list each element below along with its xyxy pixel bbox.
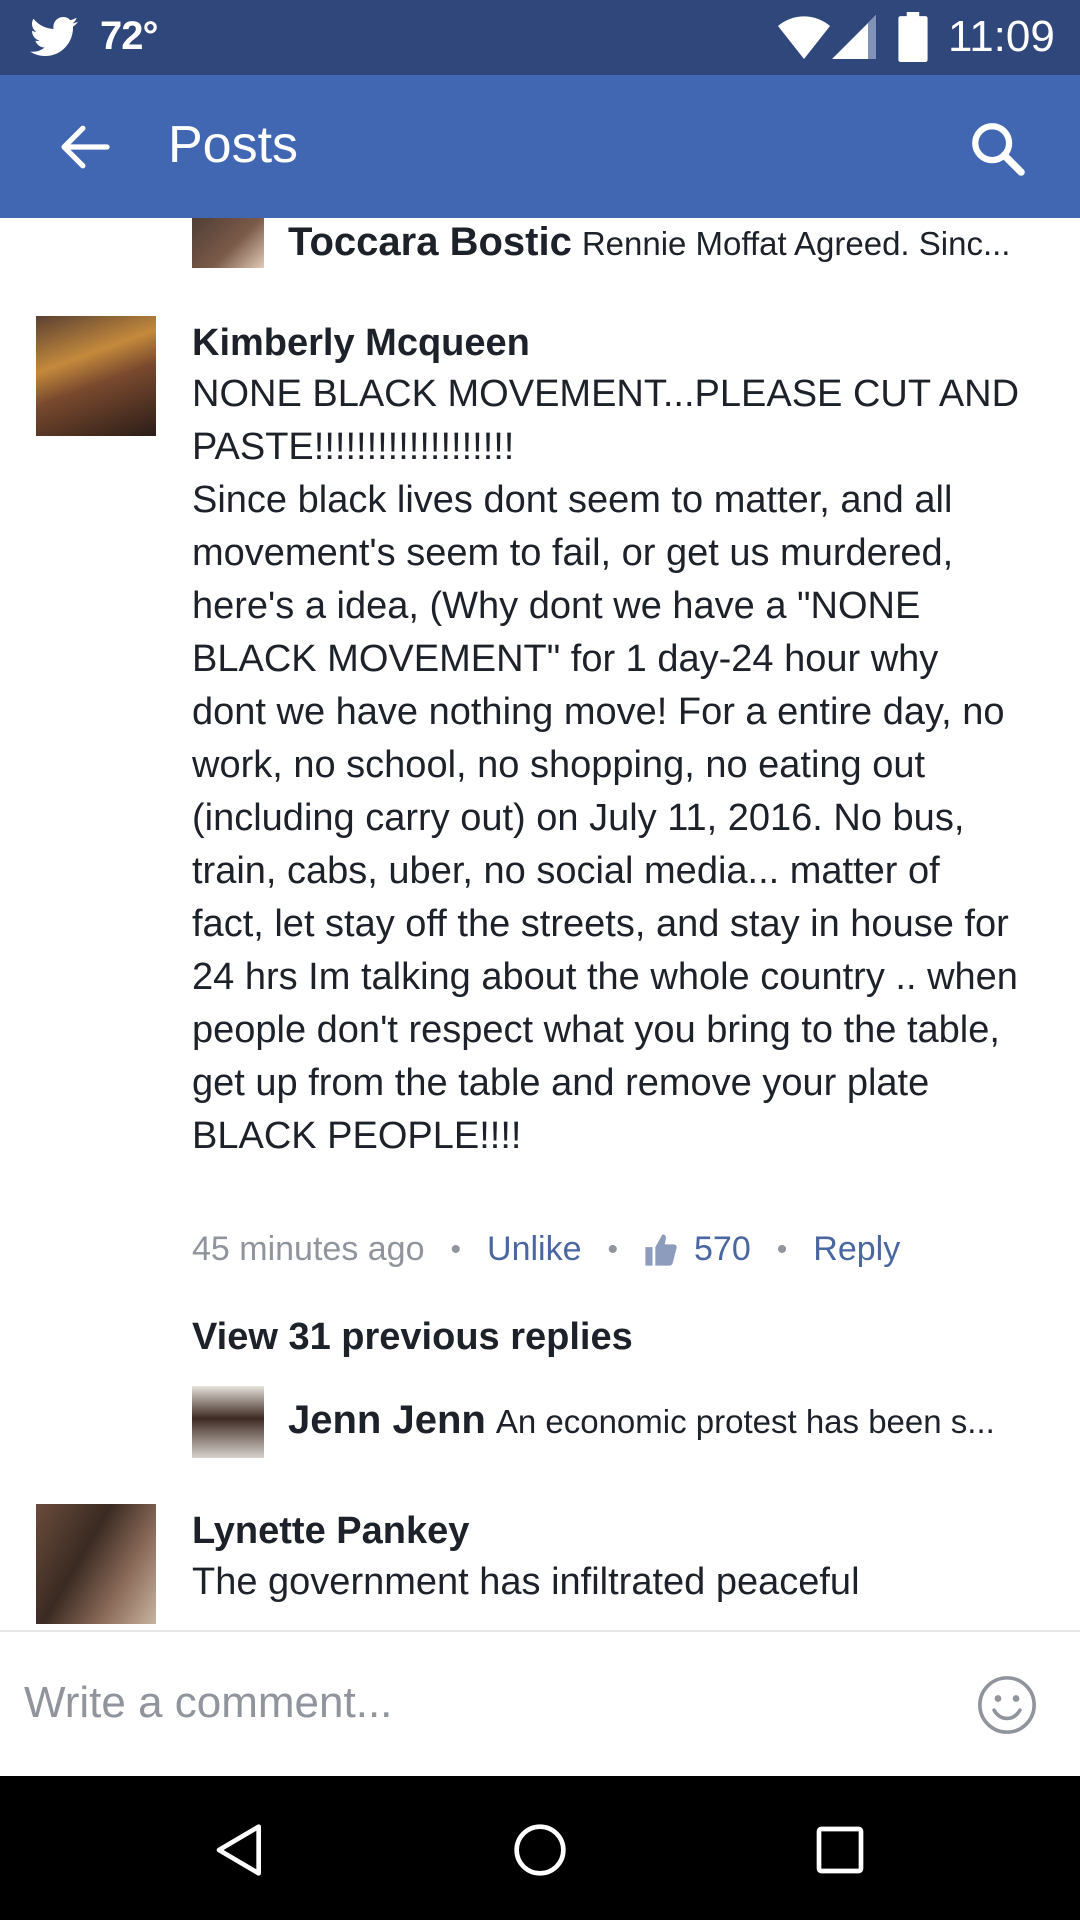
wifi-icon	[778, 16, 830, 59]
reply-snippet: An economic protest has been s...	[495, 1403, 995, 1440]
signal-icon	[832, 15, 876, 59]
reply-item[interactable]: Toccara Bostic Rennie Moffat Agreed. Sinc…	[0, 218, 1080, 278]
comment-author[interactable]: Kimberly Mcqueen	[192, 322, 530, 365]
app-bar: Posts	[0, 75, 1080, 218]
comment-timestamp: 45 minutes ago	[192, 1230, 425, 1268]
separator-dot: •	[607, 1232, 619, 1266]
thumbs-up-icon	[645, 1233, 677, 1266]
page-title: Posts	[168, 116, 299, 174]
twitter-icon	[30, 16, 78, 56]
comments-list[interactable]: Toccara Bostic Rennie Moffat Agreed. Sinc…	[0, 218, 1080, 1630]
comment-composer[interactable]: Write a comment...	[0, 1630, 1080, 1778]
separator-dot: •	[776, 1232, 788, 1266]
unlike-button[interactable]: Unlike	[487, 1230, 581, 1269]
comment-body: NONE BLACK MOVEMENT...PLEASE CUT AND PAS…	[192, 373, 1020, 1157]
reply-snippet: Rennie Moffat Agreed. Sinc...	[581, 225, 1011, 262]
avatar[interactable]	[192, 1386, 264, 1458]
status-bar: 72° 11:09	[0, 0, 1080, 75]
nav-recents-icon[interactable]	[812, 1822, 868, 1878]
reply-author[interactable]: Toccara Bostic	[288, 220, 572, 264]
nav-home-icon[interactable]	[512, 1822, 568, 1878]
comment-author[interactable]: Lynette Pankey	[192, 1510, 469, 1553]
search-icon[interactable]	[968, 119, 1026, 177]
like-count: 570	[694, 1230, 751, 1268]
comment-input[interactable]: Write a comment...	[24, 1678, 392, 1728]
separator-dot: •	[450, 1232, 462, 1266]
smiley-icon[interactable]	[976, 1674, 1038, 1736]
back-arrow-icon[interactable]	[58, 125, 112, 169]
battery-icon	[898, 12, 928, 62]
avatar[interactable]	[192, 218, 264, 268]
reply-author[interactable]: Jenn Jenn	[288, 1398, 486, 1442]
avatar[interactable]	[36, 1504, 156, 1624]
reply-button[interactable]: Reply	[813, 1230, 900, 1269]
comment-actions: 45 minutes ago • Unlike • 570 • Reply	[192, 1230, 900, 1269]
avatar[interactable]	[36, 316, 156, 436]
nav-back-icon[interactable]	[212, 1822, 268, 1878]
system-nav-bar	[0, 1776, 1080, 1920]
view-previous-replies-link[interactable]: View 31 previous replies	[192, 1316, 633, 1359]
temperature: 72°	[100, 14, 158, 58]
clock: 11:09	[948, 12, 1055, 61]
like-count-button[interactable]: 570	[644, 1230, 751, 1269]
comment-body: The government has infiltrated peaceful	[192, 1561, 860, 1603]
